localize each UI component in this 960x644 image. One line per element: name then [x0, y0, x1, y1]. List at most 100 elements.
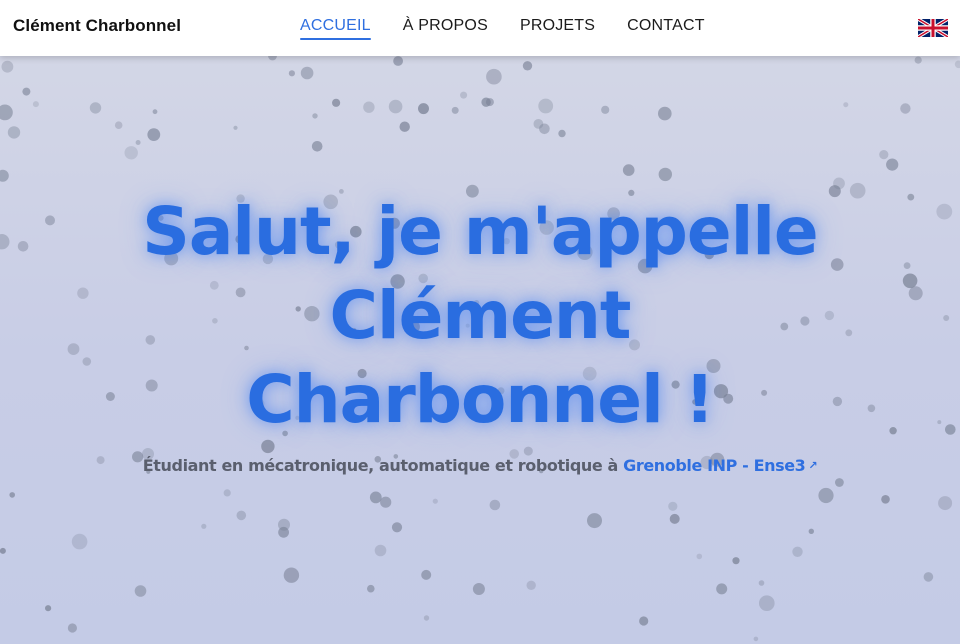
particle-dot [380, 496, 392, 508]
particle-dot [391, 522, 403, 533]
particle-dot [363, 101, 375, 113]
particle-dot [283, 567, 300, 583]
particle-dot [393, 56, 403, 66]
hero-title-line: Charbonnel ! [246, 361, 715, 438]
particle-dot [732, 557, 740, 565]
hero-subtitle-text: Étudiant en mécatronique, automatique et… [142, 456, 624, 475]
particle-dot [268, 56, 277, 61]
particle-dot [486, 68, 502, 85]
nav-link-a-propos[interactable]: À PROPOS [403, 17, 488, 35]
particle-dot [658, 106, 672, 121]
hero-title-line: Salut, je m'appelle [142, 193, 818, 270]
particle-dot [954, 60, 960, 69]
hero-title-line: Clément [329, 277, 632, 354]
particle-dot [923, 572, 934, 582]
particle-dot [900, 103, 911, 114]
particle-dot [0, 169, 9, 182]
particle-dot [278, 526, 289, 538]
uk-flag-icon[interactable] [918, 19, 948, 37]
particle-dot [421, 569, 432, 580]
particle-dot [833, 177, 845, 190]
particle-dot [418, 103, 429, 115]
particle-dot [1, 60, 14, 73]
hero-title: Salut, je m'appelle Clément Charbonnel ! [0, 190, 960, 442]
particle-dot [759, 595, 775, 611]
particle-dot [300, 66, 314, 80]
particle-dot [0, 104, 13, 121]
particle-dot [753, 636, 759, 642]
particle-dot [124, 146, 138, 160]
particle-dot [881, 495, 890, 504]
particle-dot [369, 491, 382, 504]
nav-link-accueil[interactable]: ACCUEIL [300, 17, 371, 40]
particle-dot [539, 123, 550, 135]
particle-dot [388, 99, 403, 114]
particle-dot [835, 478, 844, 487]
school-link-label[interactable]: Grenoble INP - Ense3 [623, 456, 806, 475]
nav-links: ACCUEIL À PROPOS PROJETS CONTACT [300, 17, 737, 40]
particle-dot [236, 510, 247, 521]
particle-dot [658, 167, 672, 182]
particle-dot [367, 584, 375, 593]
particle-dot [67, 623, 77, 633]
hero-subtitle: Étudiant en mécatronique, automatique et… [0, 456, 960, 475]
particle-dot [587, 513, 602, 529]
particle-dot [914, 56, 922, 64]
particle-dot [201, 523, 207, 529]
particle-dot [135, 140, 141, 145]
particle-dot [522, 61, 533, 71]
nav-link-contact[interactable]: CONTACT [627, 17, 705, 35]
particle-dot [89, 102, 102, 114]
navbar: Clément Charbonnel ACCUEIL À PROPOS PROJ… [0, 0, 960, 56]
particle-dot [432, 498, 438, 504]
particle-dot [818, 487, 834, 504]
particle-dot [423, 615, 430, 621]
particle-dot [526, 580, 536, 590]
particle-dot [460, 91, 468, 99]
particle-dot [843, 102, 849, 108]
particle-dot [601, 105, 610, 114]
particle-dot [288, 70, 295, 77]
external-link-icon[interactable]: ↗ [808, 459, 817, 472]
particle-dot [472, 583, 485, 595]
particle-dot [71, 533, 88, 550]
particle-dot [0, 547, 6, 554]
particle-dot [332, 98, 341, 107]
particle-dot [147, 128, 161, 141]
particle-dot [311, 141, 323, 152]
particle-dot [233, 125, 238, 130]
particle-dot [639, 616, 649, 626]
particle-dot [716, 583, 728, 595]
particle-dot [538, 98, 554, 114]
particle-dot [696, 553, 703, 560]
particle-dot [374, 544, 387, 557]
particle-dot [7, 126, 21, 139]
particle-dot [22, 87, 31, 96]
particle-dot [485, 98, 494, 107]
particle-dot [45, 605, 52, 612]
particle-dot [879, 150, 889, 160]
particle-dot [312, 113, 318, 119]
particle-dot [669, 513, 680, 524]
particle-dot [114, 121, 123, 129]
hero-section: Salut, je m'appelle Clément Charbonnel !… [0, 190, 960, 475]
particle-dot [558, 129, 566, 138]
particle-dot [938, 496, 953, 511]
particle-dot [9, 492, 15, 498]
particle-dot [886, 158, 899, 171]
particle-dot [451, 106, 459, 114]
particle-dot [32, 101, 39, 108]
nav-link-projets[interactable]: PROJETS [520, 17, 595, 35]
particle-dot [399, 121, 410, 132]
particle-dot [622, 164, 635, 176]
particle-dot [758, 580, 765, 586]
particle-dot [808, 528, 814, 534]
school-link[interactable]: Grenoble INP - Ense3 ↗ [623, 456, 818, 475]
particle-dot [223, 489, 231, 497]
particle-dot [152, 109, 158, 115]
particle-dot [668, 501, 678, 511]
particle-dot [134, 585, 147, 597]
particle-dot [792, 546, 803, 557]
brand-name[interactable]: Clément Charbonnel [13, 16, 181, 36]
particle-dot [489, 499, 501, 511]
